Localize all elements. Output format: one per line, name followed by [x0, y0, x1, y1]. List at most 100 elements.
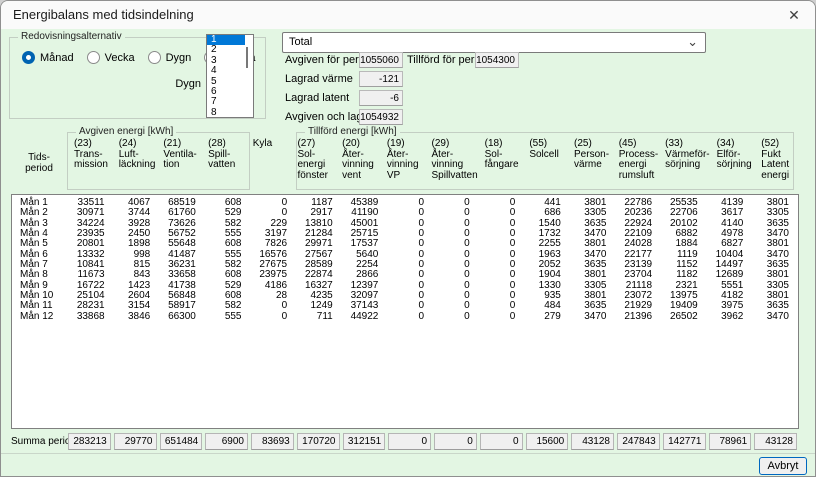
summary-cell: 43128 — [570, 433, 616, 451]
summary-cell: 29770 — [113, 433, 159, 451]
field-value-avgiven-och-lagrad: 1054932 — [359, 109, 403, 125]
summary-cell: 312151 — [342, 433, 388, 451]
column-header-3: (28) Spill- vatten — [201, 126, 246, 181]
footer: Avbryt — [1, 453, 815, 476]
row-value: 44922 — [342, 312, 388, 322]
row-value: 0 — [479, 301, 525, 311]
summary-cell: 247843 — [616, 433, 662, 451]
row-value: 0 — [251, 198, 297, 208]
listbox-item-8[interactable]: 8 — [207, 108, 245, 118]
row-value: 0 — [479, 198, 525, 208]
total-dropdown[interactable]: Total ⌄ — [282, 32, 706, 53]
field-label-lagrad-latent: Lagrad latent — [285, 92, 349, 104]
row-value: 0 — [251, 301, 297, 311]
row-value: 0 — [433, 260, 479, 270]
summary-grid: Summa period2832132977065148469008369317… — [11, 433, 799, 451]
column-header-7: (19) Åter- vinning VP — [380, 126, 425, 181]
summary-value-box: 170720 — [297, 433, 340, 450]
column-header-0: (23) Trans- mission — [67, 126, 112, 181]
column-header-9: (18) Sol- fångare — [478, 126, 523, 181]
row-value: 0 — [479, 219, 525, 229]
summary-cell: 78961 — [708, 433, 754, 451]
row-value: 0 — [387, 250, 433, 260]
summary-value-box: 43128 — [754, 433, 797, 450]
row-value: 0 — [387, 239, 433, 249]
column-header-11: (25) Person- värme — [567, 126, 612, 181]
window-title: Energibalans med tidsindelning — [13, 7, 194, 22]
summary-cell: 43128 — [753, 433, 799, 451]
row-value: 0 — [387, 281, 433, 291]
summary-value-box: 283213 — [68, 433, 111, 450]
summary-value-box: 142771 — [663, 433, 706, 450]
row-value: 3470 — [570, 312, 616, 322]
row-value: 0 — [479, 281, 525, 291]
row-value: 28 — [251, 291, 297, 301]
row-value: 0 — [479, 270, 525, 280]
row-value: 0 — [387, 270, 433, 280]
row-value: 33868 — [68, 312, 114, 322]
radio-option-vecka[interactable]: Vecka — [87, 51, 135, 64]
row-value: 0 — [387, 301, 433, 311]
row-value: 711 — [296, 312, 342, 322]
summary-cell: 283213 — [67, 433, 113, 451]
summary-value-box: 0 — [388, 433, 431, 450]
dygn-listbox[interactable]: 12345678 — [206, 34, 254, 118]
column-header-1: (24) Luft- läckning — [112, 126, 157, 181]
radio-option-manad[interactable]: Månad — [22, 51, 74, 64]
radio-option-dygn[interactable]: Dygn — [148, 51, 192, 64]
row-value: 279 — [524, 312, 570, 322]
row-value: 0 — [479, 229, 525, 239]
row-value: 0 — [387, 229, 433, 239]
summary-value-box: 15600 — [526, 433, 569, 450]
row-value: 0 — [387, 198, 433, 208]
row-value: 0 — [433, 208, 479, 218]
summary-value-box: 0 — [434, 433, 477, 450]
row-value: 0 — [433, 250, 479, 260]
column-header-8: (29) Åter- vinning Spillvatten — [425, 126, 478, 181]
summary-cell: 0 — [387, 433, 433, 451]
row-value: 3846 — [114, 312, 160, 322]
summary-value-box: 312151 — [343, 433, 386, 450]
row-value: 0 — [433, 281, 479, 291]
row-value: 0 — [433, 219, 479, 229]
row-value: 0 — [479, 291, 525, 301]
row-value: 0 — [479, 260, 525, 270]
dropdown-value: Total — [289, 36, 312, 48]
radio-option-label: Dygn — [166, 52, 192, 64]
row-value: 0 — [387, 208, 433, 218]
summary-cell: 142771 — [662, 433, 708, 451]
column-header-13: (33) Värmeför- sörjning — [658, 126, 709, 181]
column-header-12: (45) Process- energi rumsluft — [612, 126, 658, 181]
field-label-lagrad-varme: Lagrad värme — [285, 73, 353, 85]
row-value: 0 — [251, 312, 297, 322]
summary-cell: 15600 — [525, 433, 571, 451]
summary-cell: 170720 — [296, 433, 342, 451]
summary-cell: 0 — [479, 433, 525, 451]
radio-option-label: Månad — [40, 52, 74, 64]
column-header-15: (52) Fukt Latent energi — [754, 126, 799, 181]
summary-value-box: 0 — [480, 433, 523, 450]
summary-value-box: 651484 — [160, 433, 203, 450]
column-header-2: (21) Ventila- tion — [156, 126, 201, 181]
table-body: Mån 133511406768519608011874538900044138… — [11, 194, 799, 429]
row-value: 0 — [387, 312, 433, 322]
summary-value-box: 6900 — [205, 433, 248, 450]
table-row: Mån 123386838466630055507114492200027934… — [12, 312, 798, 322]
row-value: 26502 — [661, 312, 707, 322]
listbox-scrollbar-thumb[interactable] — [246, 47, 248, 68]
radio-circle-icon — [87, 51, 100, 64]
row-value: 0 — [433, 312, 479, 322]
field-value-lagrad-varme: -121 — [359, 71, 403, 87]
row-value: 0 — [433, 301, 479, 311]
column-header-14: (34) Elför- sörjning — [710, 126, 755, 181]
row-value: 0 — [479, 208, 525, 218]
row-value: 0 — [433, 239, 479, 249]
summary-value-box: 247843 — [617, 433, 660, 450]
group-label: Redovisningsalternativ — [18, 31, 125, 42]
summary-value-box: 43128 — [571, 433, 614, 450]
close-icon[interactable]: ✕ — [783, 5, 805, 25]
table-header: Avgiven energi [kWh] Tillförd energi [kW… — [11, 126, 799, 192]
row-value: 21396 — [616, 312, 662, 322]
cancel-button[interactable]: Avbryt — [759, 457, 807, 475]
row-value: 0 — [479, 239, 525, 249]
